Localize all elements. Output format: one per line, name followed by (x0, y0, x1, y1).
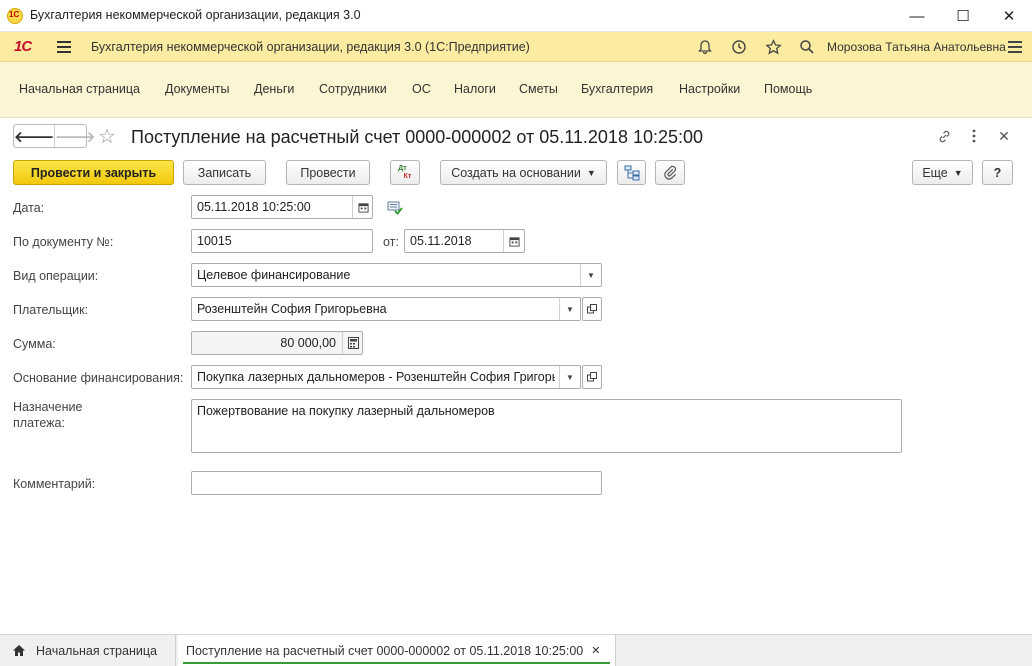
save-button[interactable]: Записать (183, 160, 266, 185)
create-based-on-button[interactable]: Создать на основании ▼ (440, 160, 607, 185)
date-value: 05.11.2018 10:25:00 (197, 200, 311, 214)
tab-home[interactable]: Начальная страница (0, 635, 176, 666)
forward-arrow-icon[interactable]: 🡒 (55, 125, 95, 147)
dt-kt-button[interactable]: Дт Кт (390, 160, 420, 185)
purpose-value: Пожертвование на покупку лазерный дально… (197, 404, 495, 418)
operation-dropdown-icon[interactable]: ▼ (580, 264, 601, 286)
date-label: Дата: (13, 201, 45, 215)
kt-label: Кт (403, 172, 412, 180)
main-menu-icon[interactable] (57, 41, 71, 53)
operation-type-label: Вид операции: (13, 269, 99, 283)
settings-menu-icon[interactable] (1005, 37, 1025, 57)
operation-type-select[interactable]: Целевое финансирование ▼ (191, 263, 602, 287)
more-dropdown-icon: ▼ (953, 167, 963, 178)
active-tab-indicator (183, 662, 610, 664)
more-button[interactable]: Еще ▼ (912, 160, 973, 185)
tab-close-icon[interactable]: ✕ (591, 644, 600, 657)
link-icon[interactable] (935, 127, 953, 145)
open-windows-bar: Начальная страница Поступление на расчет… (0, 634, 1032, 666)
purpose-textarea[interactable]: Пожертвование на покупку лазерный дально… (191, 399, 902, 453)
comment-label: Комментарий: (13, 477, 96, 491)
payer-dropdown-icon[interactable]: ▼ (559, 298, 580, 320)
close-form-icon[interactable]: ✕ (995, 127, 1013, 145)
doc-date-value: 05.11.2018 (410, 234, 472, 248)
app-logo-icon: 1С (7, 8, 23, 24)
payer-select[interactable]: Розенштейн София Григорьевна ▼ (191, 297, 581, 321)
bell-icon[interactable] (695, 37, 715, 57)
section-help[interactable]: Помощь (764, 82, 812, 96)
window-title: Бухгалтерия некоммерческой организации, … (30, 8, 361, 22)
close-window-button[interactable]: ✕ (986, 0, 1032, 32)
section-money[interactable]: Деньги (254, 82, 294, 96)
section-employees[interactable]: Сотрудники (319, 82, 387, 96)
doc-number-label: По документу №: (13, 235, 114, 249)
maximize-button[interactable]: ☐ (940, 0, 986, 32)
section-accounting[interactable]: Бухгалтерия (581, 82, 653, 96)
calendar-icon[interactable] (352, 196, 373, 218)
window-titlebar: 1С Бухгалтерия некоммерческой организаци… (0, 0, 1032, 32)
section-fixed-assets[interactable]: ОС (412, 82, 431, 96)
tab-home-label: Начальная страница (36, 643, 157, 658)
section-settings[interactable]: Настройки (679, 82, 740, 96)
add-favorite-star-icon[interactable]: ☆ (98, 124, 116, 149)
create-based-on-label: Создать на основании (451, 165, 581, 180)
attachment-icon[interactable] (655, 160, 685, 185)
current-user[interactable]: Морозова Татьяна Анатольевна (827, 40, 1006, 54)
nav-arrows: 🡐 🡒 (13, 124, 95, 148)
sum-label: Сумма: (13, 337, 56, 351)
from-label: от: (383, 235, 399, 249)
purpose-label-line2: платежа: (13, 416, 65, 430)
tab-active-document[interactable]: Поступление на расчетный счет 0000-00000… (178, 635, 616, 666)
payer-label: Плательщик: (13, 303, 89, 317)
basis-value: Покупка лазерных дальномеров - Розенштей… (197, 370, 555, 384)
section-estimates[interactable]: Сметы (519, 82, 558, 96)
doc-date-field[interactable]: 05.11.2018 (404, 229, 525, 253)
basis-dropdown-icon[interactable]: ▼ (559, 366, 580, 388)
app-toolbar: 1С Бухгалтерия некоммерческой организаци… (0, 32, 1032, 62)
more-label: Еще (922, 165, 948, 180)
section-home[interactable]: Начальная страница (19, 82, 140, 96)
dt-label: Дт (398, 164, 407, 172)
basis-select[interactable]: Покупка лазерных дальномеров - Розенштей… (191, 365, 581, 389)
calculator-icon[interactable] (342, 332, 363, 354)
doc-number-value: 10015 (197, 234, 232, 248)
help-button[interactable]: ? (982, 160, 1013, 185)
favorites-star-icon[interactable] (763, 37, 783, 57)
search-icon[interactable] (797, 37, 817, 57)
doc-number-field[interactable]: 10015 (191, 229, 373, 253)
date-check-icon[interactable] (387, 201, 403, 218)
section-taxes[interactable]: Налоги (454, 82, 496, 96)
doc-calendar-icon[interactable] (503, 230, 524, 252)
date-field[interactable]: 05.11.2018 10:25:00 (191, 195, 373, 219)
post-and-close-button[interactable]: Провести и закрыть (13, 160, 174, 185)
structure-icon[interactable] (617, 160, 646, 185)
basis-label: Основание финансирования: (13, 371, 184, 385)
comment-field[interactable] (191, 471, 602, 495)
home-icon (13, 645, 25, 656)
more-vertical-icon[interactable] (965, 127, 983, 145)
minimize-button[interactable]: — (894, 0, 940, 32)
post-button[interactable]: Провести (286, 160, 370, 185)
sum-value: 80 000,00 (280, 336, 336, 350)
operation-type-value: Целевое финансирование (197, 268, 351, 282)
sum-field[interactable]: 80 000,00 (191, 331, 363, 355)
payer-open-icon[interactable] (582, 297, 602, 321)
1c-logo: 1С (14, 38, 32, 55)
dropdown-arrow-icon: ▼ (586, 167, 596, 178)
purpose-label-line1: Назначение (13, 400, 83, 414)
app-title: Бухгалтерия некоммерческой организации, … (91, 40, 530, 54)
payer-value: Розенштейн София Григорьевна (197, 302, 387, 316)
tab-active-label: Поступление на расчетный счет 0000-00000… (186, 643, 584, 658)
sections-panel: Начальная страница Документы Деньги Сотр… (0, 62, 1032, 118)
history-icon[interactable] (729, 37, 749, 57)
back-arrow-icon[interactable]: 🡐 (14, 125, 56, 147)
form-title: Поступление на расчетный счет 0000-00000… (131, 127, 704, 147)
basis-open-icon[interactable] (582, 365, 602, 389)
section-documents[interactable]: Документы (165, 82, 229, 96)
